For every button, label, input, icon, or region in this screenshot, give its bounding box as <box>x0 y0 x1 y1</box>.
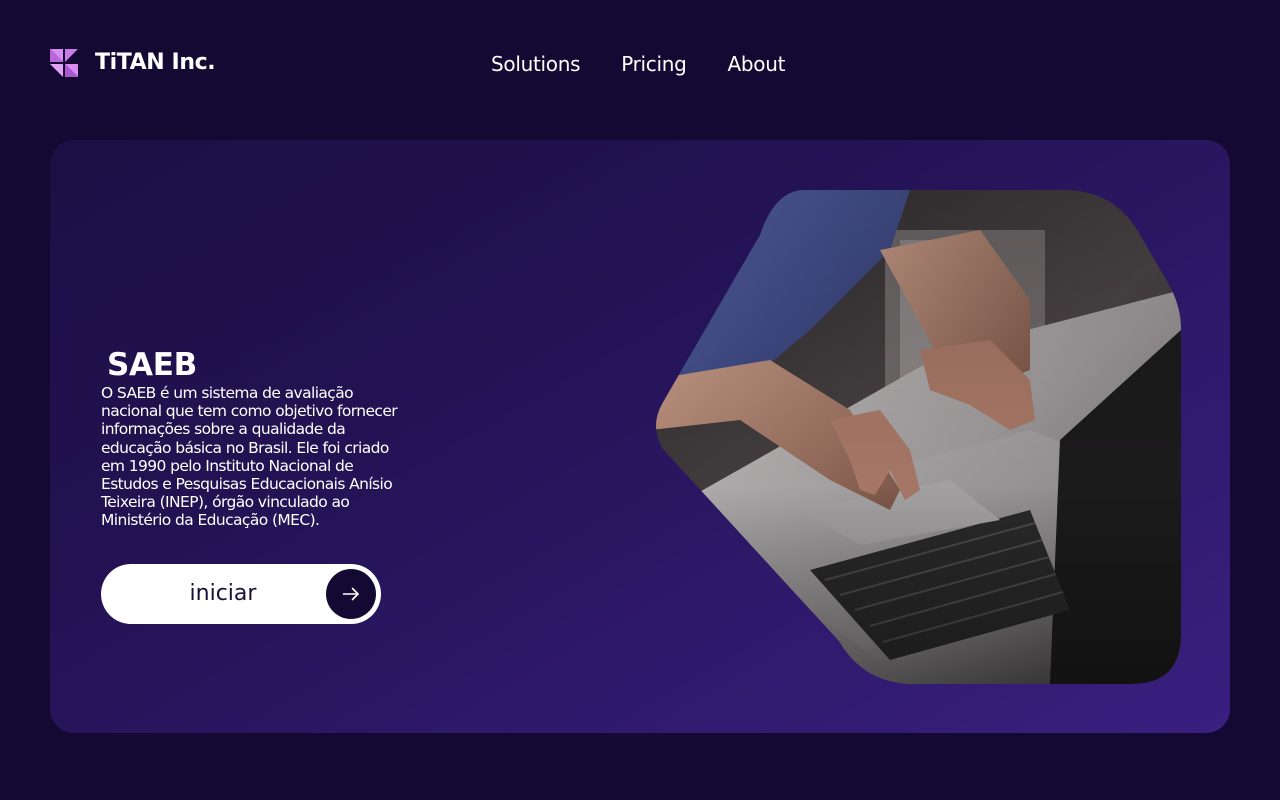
hero-card: SAEB O SAEB é um sistema de avaliação na… <box>50 140 1230 733</box>
hero-description: O SAEB é um sistema de avaliação naciona… <box>101 384 398 530</box>
brand-name: TiTAN Inc. <box>95 50 216 75</box>
hero-title: SAEB <box>107 347 197 383</box>
site-header: TiTAN Inc. Solutions Pricing About <box>0 0 1280 128</box>
nav-link-pricing[interactable]: Pricing <box>621 50 687 78</box>
main-nav: Solutions Pricing About <box>491 50 785 78</box>
laptop-typing-photo <box>656 190 1181 684</box>
brand-home-link[interactable]: TiTAN Inc. <box>50 48 216 78</box>
start-button[interactable]: iniciar <box>101 564 381 624</box>
triangle-logo-icon <box>50 49 78 77</box>
arrow-right-icon <box>326 569 376 619</box>
start-button-label: iniciar <box>189 581 257 606</box>
nav-link-solutions[interactable]: Solutions <box>491 50 581 78</box>
nav-link-about[interactable]: About <box>728 50 786 78</box>
